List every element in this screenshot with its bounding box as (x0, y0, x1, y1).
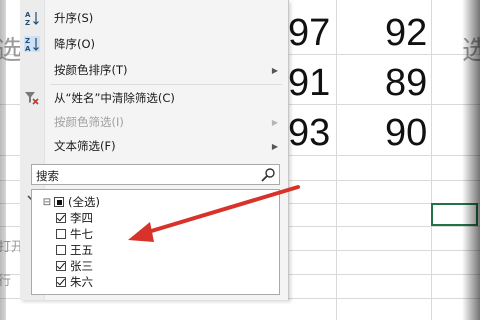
search-placeholder: 搜索 (36, 169, 59, 183)
list-item[interactable]: 牛七 (54, 226, 93, 242)
blank-icon (20, 110, 44, 134)
submenu-arrow-icon: ▶ (271, 117, 278, 127)
list-item[interactable]: 张三 (54, 258, 93, 274)
submenu-arrow-icon: ▶ (271, 141, 278, 151)
filter-value-list: ⊟ (全选) 李四 牛七 王五 张三 朱六 (31, 189, 280, 295)
filter-by-color-item: 按颜色筛选(I) ▶ (20, 110, 288, 134)
cell-value[interactable]: 91 (288, 64, 330, 102)
photo-edge (462, 0, 480, 320)
checkbox[interactable] (56, 261, 66, 271)
checkbox[interactable] (56, 277, 66, 287)
blank-icon (20, 134, 44, 158)
list-item-label: 李四 (70, 211, 93, 225)
clear-filter-icon (20, 86, 44, 110)
sort-descending-item[interactable]: Z A 降序(O) (20, 32, 288, 56)
list-item-label: (全选) (68, 195, 100, 209)
text-filter-item[interactable]: 文本筛选(F) ▶ (20, 134, 288, 158)
sort-descending-icon: Z A (20, 32, 44, 56)
search-input[interactable]: 搜索 (31, 164, 280, 185)
cell-value[interactable]: 93 (288, 114, 330, 152)
list-item-select-all[interactable]: ⊟ (全选) (42, 194, 100, 210)
checkbox[interactable] (54, 197, 64, 207)
sort-by-color-item[interactable]: 按颜色排序(T) ▶ (20, 58, 288, 82)
tree-collapse-icon: ⊟ (42, 196, 52, 208)
svg-text:A: A (25, 45, 31, 52)
svg-text:Z: Z (25, 19, 30, 26)
sort-by-color-label: 按颜色排序(T) (54, 63, 128, 77)
cell-value[interactable]: 90 (385, 114, 427, 152)
list-item-label: 牛七 (70, 227, 93, 241)
sort-ascending-icon: A Z (20, 6, 44, 30)
menu-separator (50, 84, 282, 85)
cell-value[interactable]: 89 (385, 64, 427, 102)
list-item[interactable]: 王五 (54, 242, 93, 258)
checkbox[interactable] (56, 229, 66, 239)
list-item-label: 朱六 (70, 275, 93, 289)
cell-value[interactable]: 92 (385, 14, 427, 52)
list-item[interactable]: 李四 (54, 210, 93, 226)
clear-filter-label: 从“姓名”中清除筛选(C) (54, 91, 175, 105)
list-item-label: 张三 (70, 259, 93, 273)
sort-descending-label: 降序(O) (54, 37, 96, 51)
sort-ascending-label: 升序(S) (54, 11, 94, 25)
list-item[interactable]: 朱六 (54, 274, 93, 290)
filter-by-color-label: 按颜色筛选(I) (54, 115, 124, 129)
text-filter-label: 文本筛选(F) (54, 139, 116, 153)
blank-icon (20, 58, 44, 82)
checkbox[interactable] (56, 245, 66, 255)
grid-line (336, 0, 337, 320)
cell-value[interactable]: 97 (288, 14, 330, 52)
svg-text:Z: Z (25, 37, 30, 45)
sort-ascending-item[interactable]: A Z 升序(S) (20, 6, 288, 30)
list-item-label: 王五 (70, 243, 93, 257)
svg-text:A: A (25, 11, 31, 19)
search-icon[interactable] (260, 167, 276, 183)
submenu-arrow-icon: ▶ (271, 65, 278, 75)
clear-filter-item[interactable]: 从“姓名”中清除筛选(C) (20, 86, 288, 110)
photo-edge (0, 0, 6, 320)
grid-line (431, 0, 432, 320)
checkbox[interactable] (56, 213, 66, 223)
